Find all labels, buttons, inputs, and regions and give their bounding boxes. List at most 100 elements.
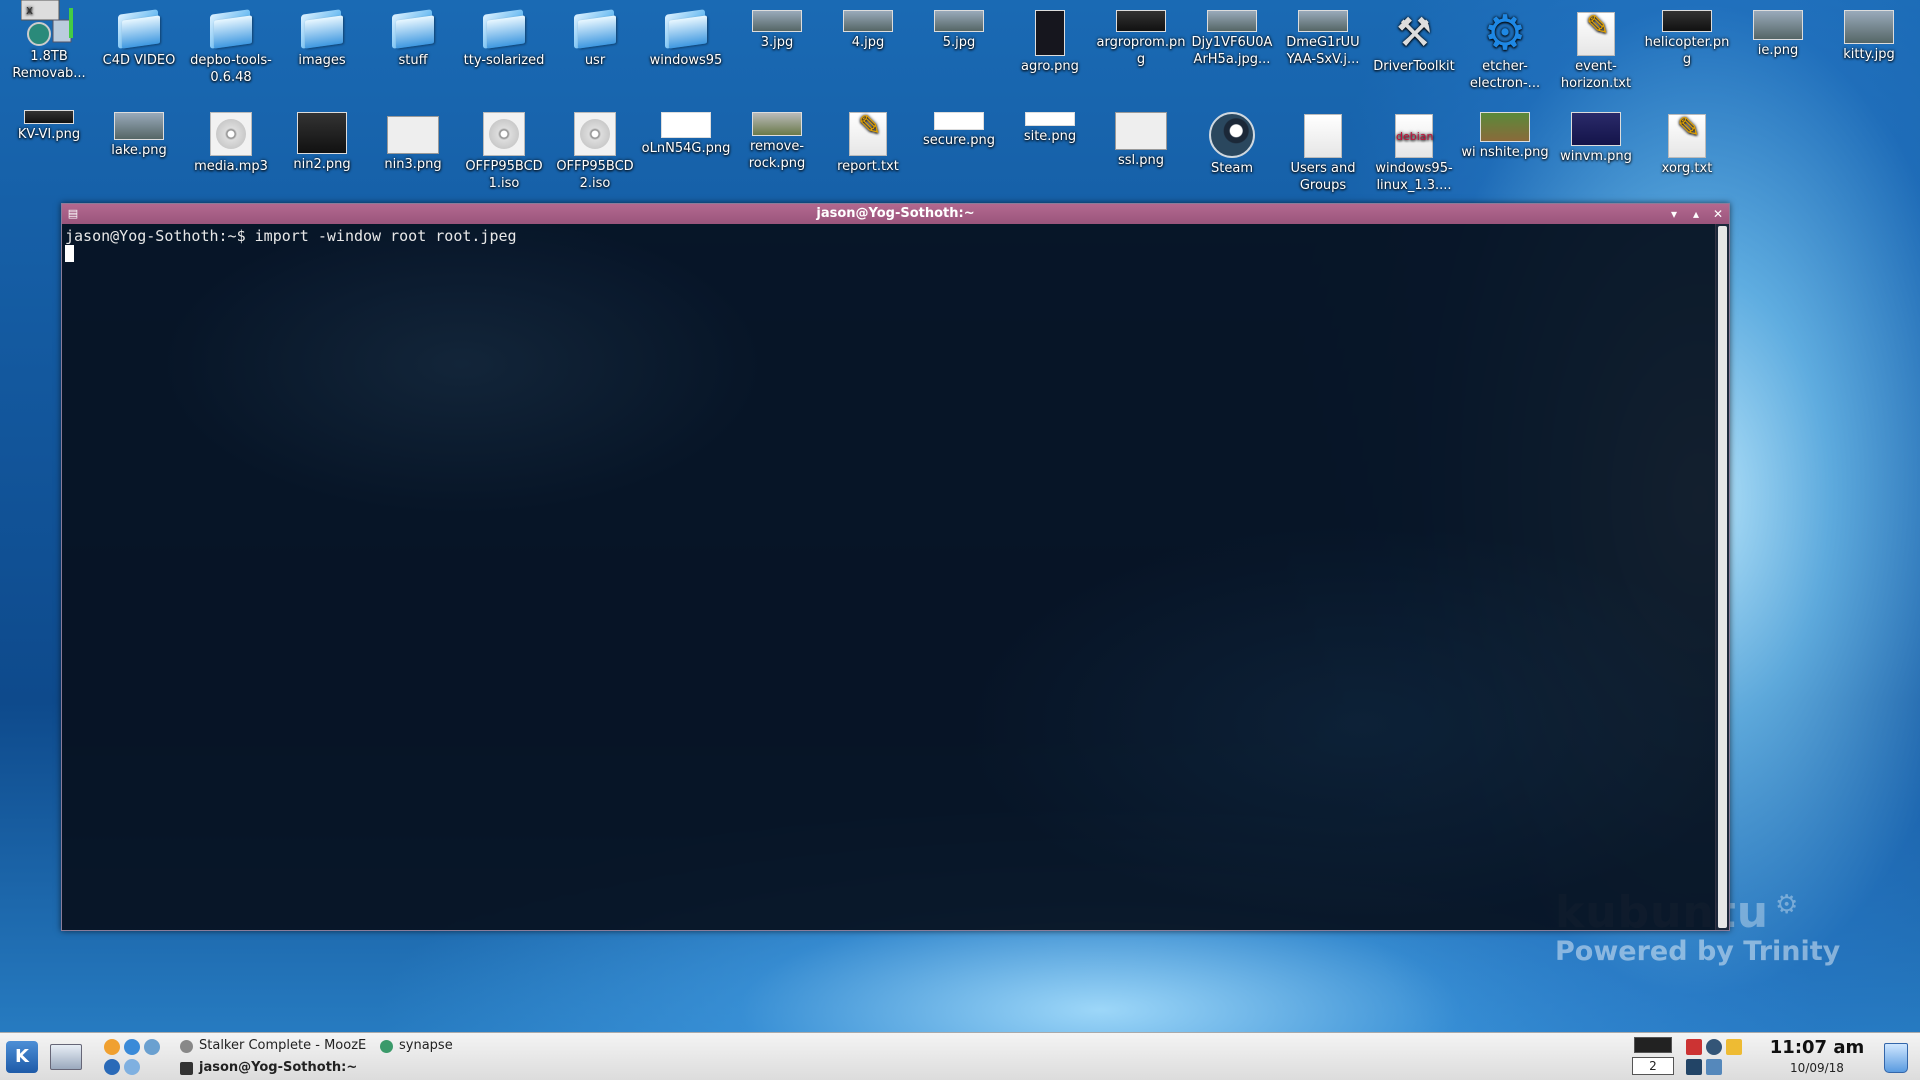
image-thumbnail-icon [387,116,439,154]
desktop-icon-stuff[interactable]: stuff [367,4,459,69]
display-icon[interactable] [1706,1059,1722,1075]
desktop-icon-etcher-electron[interactable]: ⚙ etcher-electron-... [1459,8,1551,92]
synapse-icon [380,1039,393,1053]
desktop-icon-site-png[interactable]: site.png [1004,106,1096,145]
quicklaunch-app-icon[interactable] [104,1039,120,1055]
desktop-icon-dmeg1ruu[interactable]: DmeG1rUU YAA-SxV.j... [1277,0,1369,68]
keyboard-layout-icon[interactable] [1726,1039,1742,1055]
desktop-icon-agro-png[interactable]: agro.png [1004,6,1096,75]
image-thumbnail-icon [1025,112,1075,126]
volume-icon[interactable] [1706,1039,1722,1055]
desktop-icon-kitty-jpg[interactable]: kitty.jpg [1823,0,1915,63]
desktop-icon-c4d-video[interactable]: C4D VIDEO [93,4,185,69]
pager-preview[interactable] [1634,1037,1672,1053]
desktop-icon-winvm-png[interactable]: winvm.png [1550,108,1642,165]
desktop-icon-usr[interactable]: usr [549,4,641,69]
disc-image-icon [574,112,616,156]
desktop-icon-nin3-png[interactable]: nin3.png [367,108,459,173]
desktop-icon-windows95[interactable]: windows95 [640,4,732,69]
network-icon[interactable] [1686,1039,1702,1055]
image-thumbnail-icon [1571,112,1621,146]
image-thumbnail-icon [934,10,984,32]
steam-icon [1209,112,1255,158]
image-thumbnail-icon [297,112,347,154]
terminal-input-line[interactable] [65,245,1712,263]
close-icon[interactable]: ✕ [1711,204,1725,224]
task-terminal[interactable]: jason@Yog-Sothoth:~ [180,1058,420,1078]
task-label: jason@Yog-Sothoth:~ [199,1060,358,1075]
desktop-icon-offp95bcd1-iso[interactable]: OFFP95BCD 1.iso [458,108,550,192]
terminal-title: jason@Yog-Sothoth:~ [816,206,975,221]
desktop-icon-xorg-txt[interactable]: xorg.txt [1641,110,1733,177]
desktop-icon-lake-png[interactable]: lake.png [93,106,185,159]
minimize-icon[interactable]: ▾ [1667,204,1681,224]
debian-package-icon: debian [1395,114,1434,158]
desktop-icon-remove-rock-png[interactable]: remove-rock.png [731,106,823,172]
quicklaunch-app-icon[interactable] [104,1059,120,1075]
text-file-icon [1577,12,1615,56]
desktop-icon-offp95bcd2-iso[interactable]: OFFP95BCD 2.iso [549,108,641,192]
gear-icon: ⚙ [1483,5,1527,61]
desktop-icon-media-mp3[interactable]: media.mp3 [185,108,277,175]
desktop-icon-drivertoolkit[interactable]: ⚒ DriverToolkit [1368,8,1460,75]
desktop-icon-steam[interactable]: Steam [1186,110,1278,177]
show-desktop-button[interactable] [50,1044,82,1070]
desktop-icon-tty-solarized[interactable]: tty-solarized [458,4,550,69]
folder-icon [208,10,254,50]
image-thumbnail-icon [1116,10,1166,32]
window-menu-icon[interactable]: ▤ [66,207,80,221]
scrollbar-thumb[interactable] [1718,226,1727,928]
desktop-icon-argroprom-png[interactable]: argroprom.png [1095,0,1187,68]
task-synapse[interactable]: synapse [380,1036,520,1056]
task-label: synapse [399,1038,453,1053]
desktop-icon-kv-vi-png[interactable]: KV-VI.png [3,106,95,143]
desktop-icon-wi-nshite-png[interactable]: wi nshite.png [1459,108,1551,161]
tray-app-icon[interactable] [1686,1059,1702,1075]
image-thumbnail-icon [1115,112,1167,150]
folder-icon [572,10,618,50]
image-thumbnail-icon [1844,10,1894,44]
desktop-icon-djy1vf6u0a[interactable]: Djy1VF6U0A ArH5a.jpg... [1186,0,1278,68]
desktop-icon-event-horizon-txt[interactable]: event-horizon.txt [1550,8,1642,92]
desktop-icon-depbo-tools[interactable]: depbo-tools-0.6.48 [185,4,277,86]
image-thumbnail-icon [843,10,893,32]
maximize-icon[interactable]: ▴ [1689,204,1703,224]
quicklaunch-app-icon[interactable] [124,1059,140,1075]
desktop-icon-3-jpg[interactable]: 3.jpg [731,0,823,51]
terminal-window[interactable]: ▤ jason@Yog-Sothoth:~ ▾ ▴ ✕ jason@Yog-So… [61,203,1730,931]
image-thumbnail-icon [1298,10,1348,32]
image-thumbnail-icon [752,10,802,32]
desktop-icon-ssl-png[interactable]: ssl.png [1095,106,1187,169]
desktop-icon-report-txt[interactable]: report.txt [822,108,914,175]
task-browser[interactable]: Stalker Complete - MoozE [180,1036,368,1056]
image-thumbnail-icon [24,110,74,124]
trash-icon[interactable] [1884,1043,1908,1073]
desktop-icon-helicopter-png[interactable]: helicopter.png [1641,0,1733,68]
desktop-icon-4-jpg[interactable]: 4.jpg [822,0,914,51]
browser-icon [180,1039,193,1053]
window-controls: ▾ ▴ ✕ [1667,204,1725,224]
folder-icon [390,10,436,50]
desktop-icon-images[interactable]: images [276,4,368,69]
desktop-pager[interactable]: 2 [1632,1037,1674,1077]
desktop-icon-users-and-groups[interactable]: Users and Groups [1277,110,1369,194]
image-thumbnail-icon [1035,10,1065,56]
desktop-icon-5-jpg[interactable]: 5.jpg [913,0,1005,51]
desktop-icon-nin2-png[interactable]: nin2.png [276,110,368,173]
desktop-icon-olnn54g-png[interactable]: oLnN54G.png [640,106,732,157]
clock[interactable]: 11:07 am 10/09/18 [1762,1037,1872,1077]
terminal-titlebar[interactable]: ▤ jason@Yog-Sothoth:~ ▾ ▴ ✕ [62,204,1729,224]
kubuntu-logo-icon: ⚙ [1775,890,1799,920]
quicklaunch-app-icon[interactable] [144,1039,160,1055]
quick-launch [104,1037,168,1077]
terminal-scrollbar[interactable] [1715,224,1729,930]
desktop-icon-removable-drive[interactable]: x 1.8TB Removab... [3,0,95,82]
desktop-icon-secure-png[interactable]: secure.png [913,106,1005,149]
quicklaunch-app-icon[interactable] [124,1039,140,1055]
pager-current-desktop[interactable]: 2 [1632,1057,1674,1075]
folder-icon [299,10,345,50]
kmenu-button[interactable]: K [6,1041,38,1073]
desktop-icon-ie-png[interactable]: ie.png [1732,0,1824,59]
terminal-output[interactable]: jason@Yog-Sothoth:~$ import -window root… [62,224,1715,930]
desktop-icon-windows95-linux-deb[interactable]: debian windows95-linux_1.3.... [1368,110,1460,194]
